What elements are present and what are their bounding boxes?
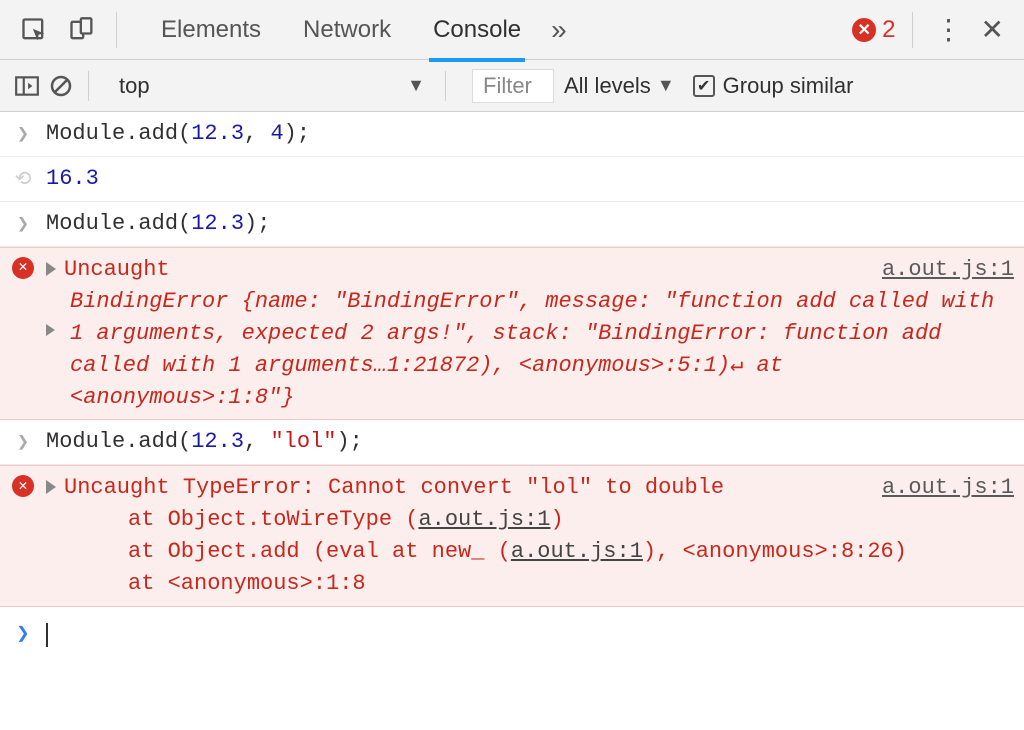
error-marker-icon: ✕	[0, 254, 46, 279]
code: Module.add(	[46, 121, 191, 146]
input-marker-icon: ❯	[0, 208, 46, 240]
input-marker-icon: ❯	[0, 118, 46, 150]
code: );	[336, 429, 362, 454]
source-link[interactable]: a.out.js:1	[882, 472, 1014, 504]
filter-placeholder: Filter	[483, 73, 532, 99]
console-input-row: ❯ Module.add(12.3);	[0, 202, 1024, 247]
error-content: a.out.js:1 Uncaught TypeError: Cannot co…	[46, 472, 1014, 600]
console-prompt-row[interactable]: ❯	[0, 607, 1024, 651]
string-literal: "lol"	[270, 429, 336, 454]
console-toolbar: top ▼ Filter All levels ▼ ✔ Group simila…	[0, 60, 1024, 112]
levels-label: All levels	[564, 73, 651, 99]
error-detail: BindingError {name: "BindingError", mess…	[70, 286, 1014, 414]
number-literal: 12.3	[191, 211, 244, 236]
stack-frame: at Object.toWireType (	[128, 507, 418, 532]
input-code: Module.add(12.3, "lol");	[46, 426, 1014, 458]
number-literal: 4	[270, 121, 283, 146]
source-link[interactable]: a.out.js:1	[882, 254, 1014, 286]
number-literal: 12.3	[191, 429, 244, 454]
close-icon[interactable]: ✕	[981, 13, 1004, 46]
tab-strip: Elements Network Console	[157, 0, 525, 62]
stack-frame: ), <anonymous>:8:26)	[643, 539, 907, 564]
sidebar-toggle-icon[interactable]	[10, 73, 44, 99]
expand-caret-icon[interactable]	[46, 324, 55, 336]
code: Module.add(	[46, 211, 191, 236]
console-body: ❯ Module.add(12.3, 4); ⟲ 16.3 ❯ Module.a…	[0, 112, 1024, 651]
context-select[interactable]: top ▼	[105, 69, 435, 103]
source-link[interactable]: a.out.js:1	[418, 507, 550, 532]
expand-caret-icon[interactable]	[46, 262, 56, 276]
inspect-icon[interactable]	[16, 12, 52, 48]
separator	[445, 71, 446, 101]
console-output-row: ⟲ 16.3	[0, 157, 1024, 202]
console-error-row: ✕ a.out.js:1 Uncaught BindingError {name…	[0, 247, 1024, 420]
prompt-marker-icon: ❯	[0, 619, 46, 651]
number-literal: 12.3	[191, 121, 244, 146]
output-marker-icon: ⟲	[0, 163, 46, 195]
group-similar-label: Group similar	[723, 73, 854, 99]
error-count[interactable]: 2	[882, 16, 895, 44]
error-badge-icon[interactable]: ✕	[852, 18, 876, 42]
separator	[116, 12, 117, 48]
stack-frame: )	[550, 507, 563, 532]
group-similar-checkbox[interactable]: ✔	[693, 75, 715, 97]
uncaught-label: Uncaught	[64, 257, 170, 282]
input-code: Module.add(12.3);	[46, 208, 1014, 240]
devtools-tabbar: Elements Network Console » ✕ 2 ⋮ ✕	[0, 0, 1024, 60]
stack-frame: at Object.add (eval at new_ (	[128, 539, 511, 564]
input-code: Module.add(12.3, 4);	[46, 118, 1014, 150]
chevron-down-icon: ▼	[407, 75, 425, 96]
source-link[interactable]: a.out.js:1	[511, 539, 643, 564]
kebab-menu-icon[interactable]: ⋮	[935, 13, 963, 46]
code: ,	[244, 429, 270, 454]
console-input-row: ❯ Module.add(12.3, "lol");	[0, 420, 1024, 465]
stack-frame: at <anonymous>:1:8	[128, 571, 366, 596]
context-value: top	[119, 73, 150, 99]
expand-caret-icon[interactable]	[46, 480, 56, 494]
chevron-down-icon: ▼	[657, 75, 675, 96]
tab-network[interactable]: Network	[299, 0, 395, 62]
code: );	[244, 211, 270, 236]
text-cursor	[46, 623, 48, 647]
code: Module.add(	[46, 429, 191, 454]
error-content: a.out.js:1 Uncaught BindingError {name: …	[46, 254, 1014, 413]
separator	[88, 71, 89, 101]
clear-console-icon[interactable]	[44, 74, 78, 98]
more-tabs-icon[interactable]: »	[551, 14, 567, 46]
separator	[912, 12, 913, 48]
input-marker-icon: ❯	[0, 426, 46, 458]
code: ,	[244, 121, 270, 146]
output-value: 16.3	[46, 163, 1014, 195]
error-marker-icon: ✕	[0, 472, 46, 497]
console-input-row: ❯ Module.add(12.3, 4);	[0, 112, 1024, 157]
log-level-select[interactable]: All levels ▼	[564, 73, 675, 99]
filter-input[interactable]: Filter	[472, 69, 554, 103]
code: );	[284, 121, 310, 146]
error-header: Uncaught TypeError: Cannot convert "lol"…	[64, 475, 724, 500]
device-toggle-icon[interactable]	[64, 12, 100, 48]
tab-elements[interactable]: Elements	[157, 0, 265, 62]
console-error-row: ✕ a.out.js:1 Uncaught TypeError: Cannot …	[0, 465, 1024, 607]
tab-console[interactable]: Console	[429, 0, 525, 62]
